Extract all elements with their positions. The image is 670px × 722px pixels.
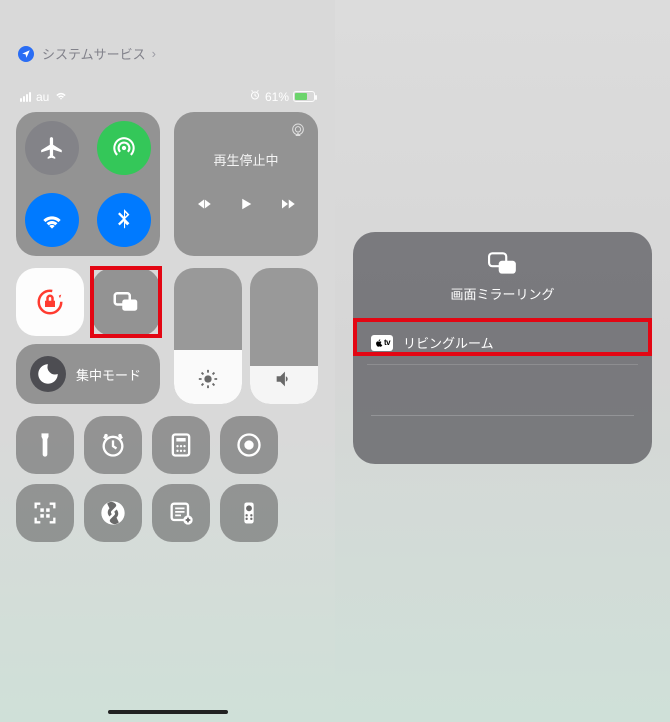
screen-mirroring-icon: [367, 252, 638, 276]
flashlight-button[interactable]: [16, 416, 74, 474]
media-status-label: 再生停止中: [186, 150, 306, 169]
screen-mirroring-button[interactable]: [92, 268, 160, 336]
carrier-label: au: [36, 90, 49, 104]
device-name: リビングルーム: [403, 333, 494, 352]
qr-scan-button[interactable]: [16, 484, 74, 542]
control-center-screenshot: システムサービス › au 61%: [0, 0, 335, 722]
apple-tv-icon: tv: [371, 335, 393, 351]
settings-row[interactable]: システムサービス ›: [0, 44, 335, 63]
focus-mode-button[interactable]: 集中モード: [16, 344, 160, 404]
airplay-audio-icon[interactable]: [290, 122, 306, 143]
connectivity-tile[interactable]: [16, 112, 160, 256]
screen-record-button[interactable]: [220, 416, 278, 474]
brightness-slider[interactable]: [174, 268, 242, 404]
wifi-status-icon: [54, 88, 68, 105]
battery-pct: 61%: [265, 90, 289, 104]
home-indicator[interactable]: [108, 710, 228, 714]
orientation-lock-toggle[interactable]: [16, 268, 84, 336]
media-prev-button[interactable]: [195, 195, 213, 218]
quick-note-button[interactable]: [152, 484, 210, 542]
status-bar: au 61%: [0, 88, 335, 105]
media-play-button[interactable]: [237, 195, 255, 218]
signal-icon: [20, 92, 31, 102]
mirroring-title: 画面ミラーリング: [367, 284, 638, 303]
chevron-right-icon: ›: [152, 46, 156, 61]
media-tile[interactable]: 再生停止中: [174, 112, 318, 256]
shazam-button[interactable]: [84, 484, 142, 542]
media-next-button[interactable]: [279, 195, 297, 218]
moon-icon: [30, 356, 66, 392]
battery-icon: [293, 91, 315, 102]
timer-button[interactable]: [84, 416, 142, 474]
mirroring-screenshot: 画面ミラーリング tv リビングルーム: [335, 0, 670, 722]
calculator-button[interactable]: [152, 416, 210, 474]
volume-slider[interactable]: [250, 268, 318, 404]
mirroring-device-row[interactable]: tv リビングルーム: [367, 321, 638, 365]
wifi-toggle[interactable]: [25, 193, 79, 247]
apple-tv-remote-button[interactable]: [220, 484, 278, 542]
location-icon: [18, 46, 34, 62]
alarm-icon: [249, 89, 261, 104]
cellular-toggle[interactable]: [97, 121, 151, 175]
screen-mirroring-panel: 画面ミラーリング tv リビングルーム: [353, 232, 652, 464]
speaker-icon: [273, 368, 295, 390]
airplane-toggle[interactable]: [25, 121, 79, 175]
settings-row-label: システムサービス: [42, 44, 146, 63]
focus-label: 集中モード: [76, 365, 141, 384]
separator: [371, 415, 634, 416]
bluetooth-toggle[interactable]: [97, 193, 151, 247]
sun-icon: [197, 368, 219, 390]
